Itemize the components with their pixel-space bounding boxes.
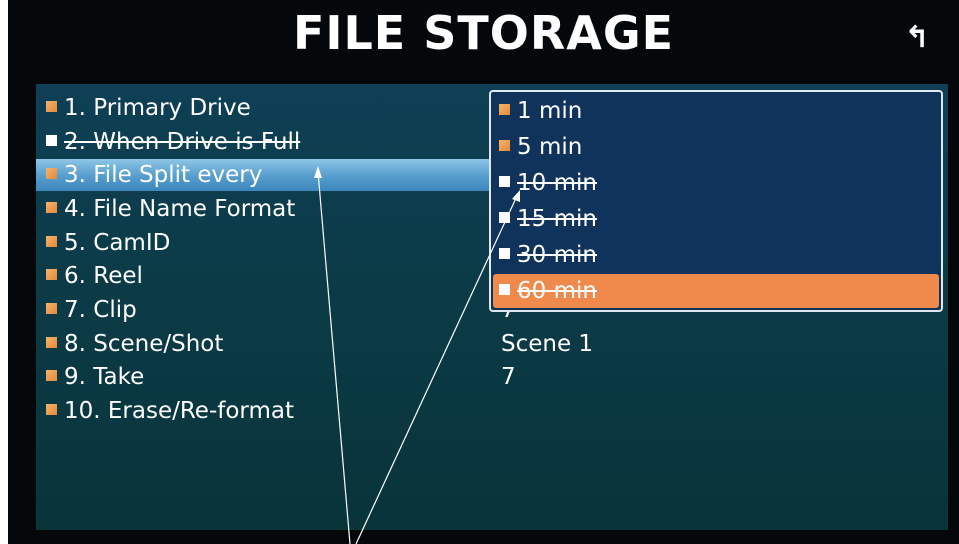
menu-item-when-drive-full[interactable]: 2. When Drive is Full [36, 126, 491, 158]
menu-item-clip[interactable]: 7. Clip [36, 294, 491, 326]
value-take: 7 [501, 364, 516, 390]
option-1-min[interactable]: 1 min [493, 94, 939, 128]
checkbox-checked-icon [46, 404, 57, 415]
checkbox-unchecked-icon [499, 284, 510, 295]
option-label: 60 min [517, 278, 597, 304]
checkbox-checked-icon [499, 104, 510, 115]
back-icon[interactable]: ↰ [897, 18, 937, 58]
menu-item-label: 5. CamID [64, 230, 171, 256]
menu-item-primary-drive[interactable]: 1. Primary Drive [36, 92, 491, 124]
menu-item-camid[interactable]: 5. CamID [36, 227, 491, 259]
page-title: FILE STORAGE [292, 6, 675, 60]
menu-item-label: 2. When Drive is Full [64, 129, 301, 155]
option-label: 10 min [517, 170, 597, 196]
checkbox-unchecked-icon [499, 248, 510, 259]
checkbox-checked-icon [46, 236, 57, 247]
menu-item-reel[interactable]: 6. Reel [36, 260, 491, 292]
menu-item-label: 9. Take [64, 364, 145, 390]
checkbox-checked-icon [46, 370, 57, 381]
checkbox-checked-icon [46, 337, 57, 348]
option-30-min[interactable]: 30 min [493, 238, 939, 272]
option-5-min[interactable]: 5 min [493, 130, 939, 164]
settings-panel: 1. Primary Drive 2. When Drive is Full 3… [36, 84, 948, 530]
option-15-min[interactable]: 15 min [493, 202, 939, 236]
value-scene-shot: Scene 1 [501, 331, 594, 357]
checkbox-unchecked-icon [46, 135, 57, 146]
option-label: 1 min [517, 98, 583, 124]
menu-item-label: 8. Scene/Shot [64, 331, 224, 357]
option-60-min[interactable]: 60 min [493, 274, 939, 308]
checkbox-checked-icon [46, 168, 57, 179]
file-split-dropdown[interactable]: 1 min 5 min 10 min 15 min 30 min 60 min [489, 90, 943, 312]
device-screen: FILE STORAGE ↰ 1. Primary Drive 2. When … [8, 0, 959, 544]
option-label: 15 min [517, 206, 597, 232]
menu-item-scene-shot[interactable]: 8. Scene/Shot [36, 328, 491, 360]
menu-item-label: 7. Clip [64, 297, 137, 323]
checkbox-unchecked-icon [499, 212, 510, 223]
option-label: 5 min [517, 134, 583, 160]
menu-item-take[interactable]: 9. Take [36, 361, 491, 393]
checkbox-checked-icon [46, 101, 57, 112]
option-label: 30 min [517, 242, 597, 268]
menu-item-label: 6. Reel [64, 263, 143, 289]
menu-item-label: 10. Erase/Re-format [64, 398, 294, 424]
checkbox-checked-icon [46, 202, 57, 213]
checkbox-checked-icon [46, 303, 57, 314]
checkbox-checked-icon [46, 269, 57, 280]
checkbox-unchecked-icon [499, 176, 510, 187]
option-10-min[interactable]: 10 min [493, 166, 939, 200]
menu-item-file-name-format[interactable]: 4. File Name Format [36, 193, 491, 225]
menu-item-erase-reformat[interactable]: 10. Erase/Re-format [36, 395, 491, 427]
menu-item-label: 3. File Split every [64, 162, 263, 188]
menu-item-label: 4. File Name Format [64, 196, 296, 222]
menu-item-label: 1. Primary Drive [64, 95, 251, 121]
menu-item-file-split[interactable]: 3. File Split every [36, 159, 491, 191]
checkbox-checked-icon [499, 140, 510, 151]
